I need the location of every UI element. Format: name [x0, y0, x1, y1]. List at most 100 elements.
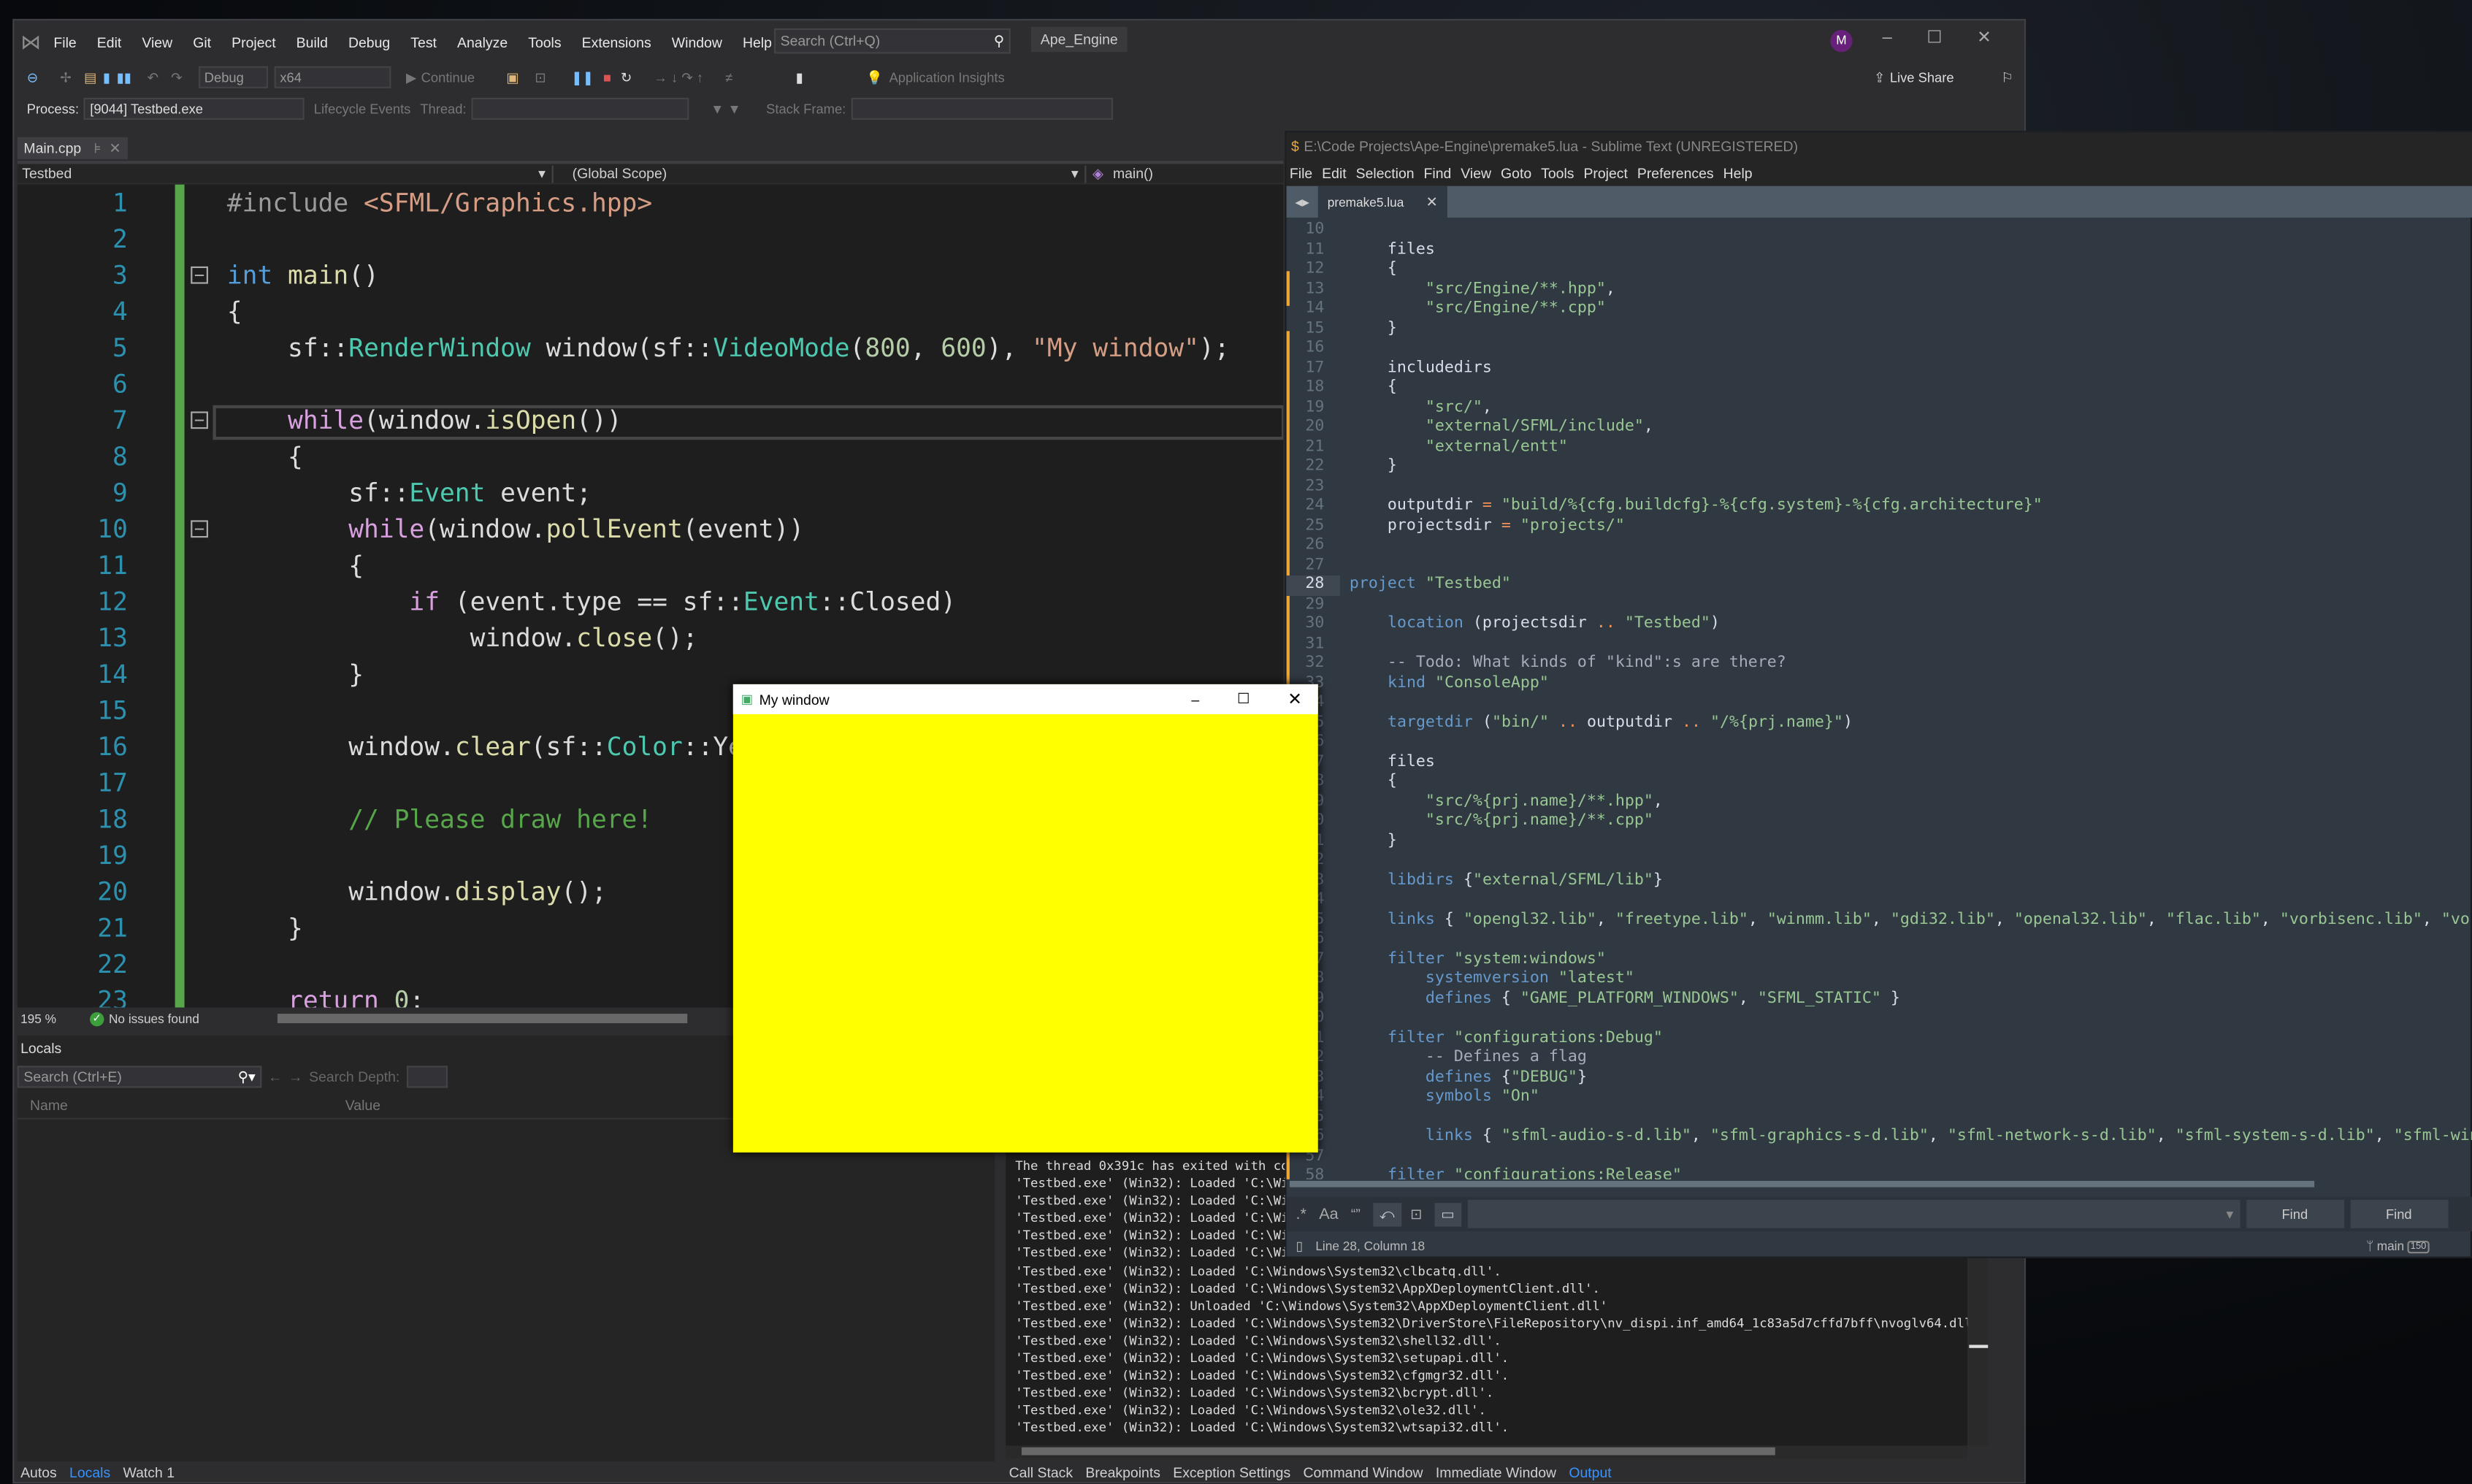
menu-item-analyze[interactable]: Analyze [457, 34, 508, 50]
menu-item-project[interactable]: Project [1583, 165, 1627, 181]
zoom-dropdown[interactable]: 195 % [18, 1011, 90, 1025]
tab-exception-settings[interactable]: Exception Settings [1173, 1464, 1290, 1480]
find-input[interactable]: ▾ [1466, 1199, 2240, 1228]
project-dropdown[interactable]: Testbed ▾ [18, 164, 554, 183]
output-horizontal-scrollbar[interactable] [1006, 1445, 1968, 1458]
find-all-button[interactable]: Find [2349, 1199, 2448, 1228]
tab-call-stack[interactable]: Call Stack [1009, 1464, 1073, 1480]
stop-icon[interactable]: ■ [603, 69, 611, 85]
live-share-button[interactable]: Live Share [1890, 69, 1954, 85]
close-icon[interactable]: ✕ [1977, 27, 1991, 47]
tab-command-window[interactable]: Command Window [1303, 1464, 1423, 1480]
menu-item-preferences[interactable]: Preferences [1637, 165, 1714, 181]
horizontal-scrollbar[interactable] [278, 1014, 689, 1024]
member-dropdown[interactable]: ◈ main() [1086, 165, 1153, 183]
menu-item-tools[interactable]: Tools [1541, 165, 1574, 181]
process-dropdown[interactable]: [9044] Testbed.exe [83, 97, 305, 121]
avatar[interactable]: M [1830, 30, 1853, 53]
menu-item-project[interactable]: Project [231, 34, 275, 50]
whole-word-toggle-icon[interactable]: “” [1351, 1206, 1361, 1222]
menu-item-edit[interactable]: Edit [1322, 165, 1346, 181]
filter-icon[interactable]: ▼ ▼ [711, 101, 741, 117]
tab-close-icon[interactable]: ✕ [109, 139, 120, 157]
config-dropdown[interactable]: Debug [198, 66, 268, 88]
tab-watch-1[interactable]: Watch 1 [123, 1464, 175, 1480]
history-dropdown-icon[interactable]: ▾ [2226, 1205, 2233, 1223]
continue-icon[interactable]: ▶ [406, 69, 416, 86]
menu-item-build[interactable]: Build [296, 34, 328, 50]
search-depth-dropdown[interactable] [405, 1066, 448, 1088]
minimize-icon[interactable]: – [1883, 28, 1892, 47]
pin-icon[interactable]: ⊧ [94, 139, 102, 157]
bookmark-icon[interactable]: ▮ [796, 69, 803, 86]
screenshot-icon[interactable]: ⊡ [535, 69, 546, 86]
save-all-icon[interactable]: ▮▮ [117, 69, 131, 86]
menu-item-help[interactable]: Help [1723, 165, 1753, 181]
in-selection-toggle-icon[interactable]: ⊡ [1410, 1205, 1422, 1223]
menu-item-window[interactable]: Window [672, 34, 722, 50]
menu-item-file[interactable]: File [1290, 165, 1312, 181]
menu-item-test[interactable]: Test [410, 34, 437, 50]
vs-search-box[interactable]: Search (Ctrl+Q) ⚲ [773, 28, 1011, 54]
case-toggle-icon[interactable]: Aa [1319, 1205, 1338, 1223]
maximize-icon[interactable]: ☐ [1926, 27, 1942, 47]
maximize-icon[interactable]: ☐ [1237, 691, 1250, 708]
tab-nav-arrows-icon[interactable]: ◂▸ [1287, 193, 1318, 210]
menu-item-find[interactable]: Find [1424, 165, 1452, 181]
menu-item-view[interactable]: View [142, 34, 172, 50]
tab-premake5-lua[interactable]: premake5.lua ✕ [1317, 186, 1447, 218]
hex-icon[interactable]: ≠ [725, 69, 732, 85]
menu-item-extensions[interactable]: Extensions [582, 34, 651, 50]
menu-item-debug[interactable]: Debug [348, 34, 390, 50]
tab-main-cpp[interactable]: Main.cpp ⊧ ✕ [17, 137, 128, 160]
open-icon[interactable]: ▤ [84, 69, 96, 86]
collapse-icon[interactable]: − [191, 411, 208, 429]
regex-toggle-icon[interactable]: .* [1296, 1205, 1306, 1223]
stack-frame-dropdown[interactable] [850, 97, 1113, 121]
sublime-horizontal-scrollbar[interactable] [1289, 1180, 2315, 1187]
sublime-code-editor[interactable]: 10 11 files 12 {13 "src/Engine/**.hpp", 14 … [1286, 221, 2472, 1179]
lifecycle-events-button[interactable]: Lifecycle Events [314, 101, 411, 117]
menu-item-goto[interactable]: Goto [1501, 165, 1531, 181]
restart-icon[interactable]: ↻ [621, 69, 632, 86]
pause-icon[interactable]: ❚❚ [571, 69, 594, 86]
redo-icon[interactable]: ↷ [171, 69, 182, 86]
feedback-icon[interactable]: ⚐ [2001, 69, 2013, 86]
tab-locals[interactable]: Locals [69, 1464, 110, 1480]
save-icon[interactable]: ▮ [103, 69, 110, 86]
menu-item-file[interactable]: File [53, 34, 76, 50]
tab-close-icon[interactable]: ✕ [1426, 193, 1438, 210]
find-button[interactable]: Find [2246, 1199, 2344, 1228]
tab-breakpoints[interactable]: Breakpoints [1085, 1464, 1160, 1480]
forward-arrow-icon[interactable]: → [288, 1069, 302, 1085]
collapse-icon[interactable]: − [191, 267, 208, 284]
locals-search-input[interactable]: Search (Ctrl+E) ⚲▾ [17, 1066, 262, 1088]
wrap-toggle-icon[interactable]: ⤺ [1373, 1202, 1401, 1226]
sfml-title-bar[interactable]: ▣ My window – ☐ ✕ [732, 684, 1318, 714]
menu-item-view[interactable]: View [1461, 165, 1491, 181]
minimize-icon[interactable]: – [1191, 692, 1199, 708]
close-icon[interactable]: ✕ [1287, 689, 1302, 710]
application-insights[interactable]: Application Insights [889, 69, 1005, 85]
menu-item-help[interactable]: Help [743, 34, 772, 50]
git-branch[interactable]: main [2377, 1239, 2404, 1253]
back-icon[interactable]: ⊖ [27, 69, 38, 86]
back-arrow-icon[interactable]: ← [268, 1069, 282, 1085]
platform-dropdown[interactable]: x64 [273, 66, 391, 88]
highlight-toggle-icon[interactable]: ▭ [1434, 1202, 1461, 1226]
collapse-icon[interactable]: − [191, 520, 208, 538]
undo-icon[interactable]: ↶ [147, 69, 158, 86]
new-project-icon[interactable]: ✢ [60, 69, 71, 86]
scope-dropdown[interactable]: (Global Scope) ▾ [554, 164, 1087, 183]
menu-item-edit[interactable]: Edit [97, 34, 121, 50]
folder-icon[interactable]: ▣ [506, 69, 518, 86]
tab-immediate-window[interactable]: Immediate Window [1436, 1464, 1556, 1480]
issues-status[interactable]: No issues found [109, 1011, 199, 1025]
tab-autos[interactable]: Autos [20, 1464, 57, 1480]
thread-dropdown[interactable] [471, 97, 689, 121]
panel-toggle-icon[interactable]: ▯ [1296, 1239, 1304, 1253]
sfml-window[interactable]: ▣ My window – ☐ ✕ [732, 684, 1318, 1153]
continue-button[interactable]: Continue [421, 69, 475, 85]
menu-item-tools[interactable]: Tools [528, 34, 561, 50]
menu-item-git[interactable]: Git [193, 34, 211, 50]
